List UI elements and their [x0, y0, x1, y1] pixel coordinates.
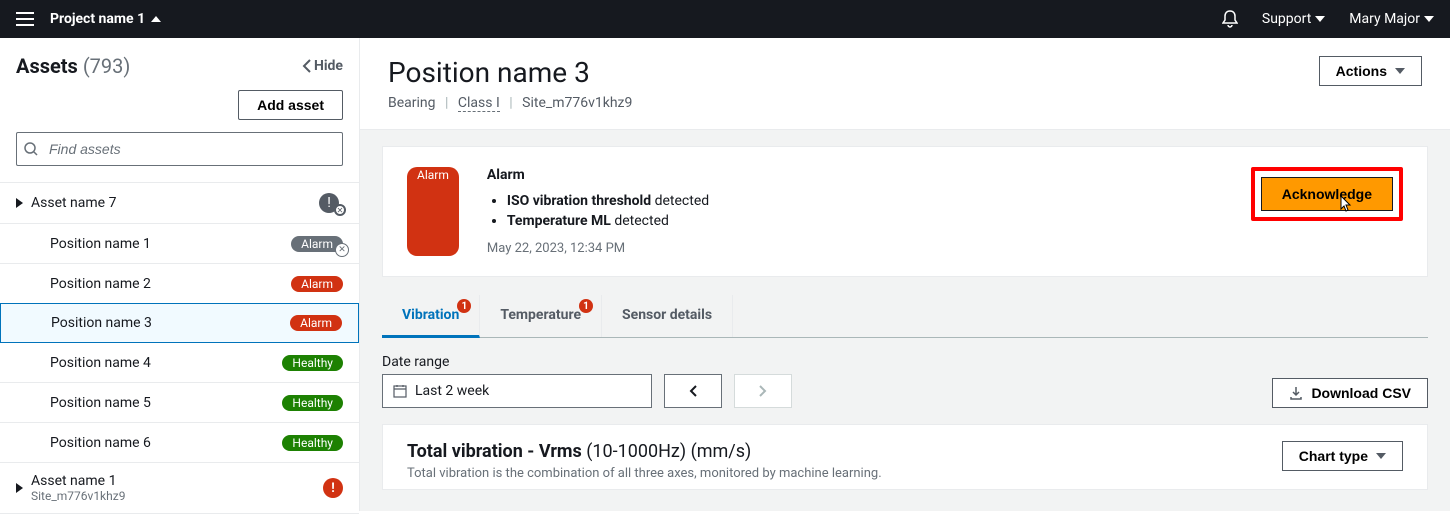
hide-sidebar-button[interactable]: Hide	[302, 58, 343, 74]
top-header: Project name 1 Support Mary Major	[0, 0, 1450, 38]
tree-item-label: Position name 1	[50, 236, 283, 252]
support-menu[interactable]: Support	[1262, 11, 1325, 27]
status-badge: Healthy	[282, 355, 343, 371]
chevron-left-icon	[302, 59, 312, 73]
tree-item[interactable]: Position name 6 Healthy	[0, 423, 359, 463]
chart-panel: Total vibration - Vrms (10-1000Hz) (mm/s…	[382, 424, 1428, 490]
sidebar-title: Assets (793)	[16, 54, 130, 78]
status-badge: Alarm	[290, 315, 342, 331]
alarm-timestamp: May 22, 2023, 12:34 PM	[487, 241, 1223, 256]
download-icon	[1289, 386, 1303, 400]
hamburger-menu[interactable]	[16, 12, 34, 26]
actions-menu-button[interactable]: Actions	[1319, 56, 1422, 86]
asset-count: (793)	[83, 54, 131, 78]
asset-tree: Asset name 7!✕Position name 1Alarm✕Posit…	[0, 182, 359, 514]
calendar-icon	[393, 384, 407, 398]
content-header: Position name 3 Bearing | Class I | Site…	[360, 38, 1450, 130]
tree-item[interactable]: Position name 2 Alarm	[0, 264, 359, 304]
status-badge: Healthy	[282, 395, 343, 411]
acknowledge-button[interactable]: Acknowledge	[1261, 177, 1393, 211]
alarm-badge: Alarm	[407, 167, 459, 256]
status-badge: Healthy	[282, 435, 343, 451]
tree-item-label: Position name 4	[50, 355, 274, 371]
chart-title: Total vibration - Vrms (10-1000Hz) (mm/s…	[407, 441, 882, 462]
project-name-label: Project name 1	[50, 11, 145, 27]
search-icon	[24, 142, 38, 156]
tree-item-label: Asset name 1	[31, 473, 315, 489]
caret-up-icon	[151, 16, 161, 22]
chevron-left-icon	[688, 384, 698, 398]
caret-right-icon	[16, 198, 23, 208]
tree-item[interactable]: Position name 3 Alarm	[0, 303, 359, 343]
tree-item-label: Asset name 7	[31, 195, 311, 211]
tree-item[interactable]: Asset name 7 !✕	[0, 183, 359, 224]
alarm-list-item: Temperature ML detected	[507, 213, 1223, 229]
tree-item[interactable]: Position name 1Alarm✕	[0, 224, 359, 264]
tab-badge: 1	[579, 299, 593, 313]
cursor-icon	[1338, 195, 1354, 215]
alarm-list: ISO vibration threshold detected Temperat…	[507, 193, 1223, 229]
date-next-button	[734, 374, 792, 408]
caret-down-icon	[1424, 16, 1434, 22]
date-prev-button[interactable]	[664, 374, 722, 408]
warn-ack-icon: !✕	[319, 193, 343, 213]
ack-indicator-icon: ✕	[335, 243, 349, 257]
tab-badge: 1	[457, 299, 471, 313]
tree-item[interactable]: Position name 4 Healthy	[0, 343, 359, 383]
chart-type-button[interactable]: Chart type	[1282, 441, 1403, 471]
tree-item-label: Position name 6	[50, 435, 274, 451]
caret-down-icon	[1376, 453, 1386, 459]
alarm-title: Alarm	[487, 167, 1223, 183]
tabs: Vibration1Temperature1Sensor details	[382, 295, 1428, 338]
alert-icon: !	[323, 478, 343, 498]
alarm-list-item: ISO vibration threshold detected	[507, 193, 1223, 209]
tree-item-label: Position name 5	[50, 395, 274, 411]
project-selector[interactable]: Project name 1	[50, 11, 161, 27]
tab[interactable]: Temperature1	[480, 295, 602, 337]
add-asset-button[interactable]: Add asset	[238, 90, 343, 120]
status-badge: Alarm	[291, 276, 343, 292]
date-range-select[interactable]: Last 2 week	[382, 374, 652, 408]
breadcrumb: Bearing | Class I | Site_m776v1khz9	[388, 95, 632, 111]
caret-right-icon	[16, 483, 23, 493]
tab[interactable]: Sensor details	[602, 295, 733, 337]
date-controls-row: Date range Last 2 week	[382, 354, 1428, 408]
alarm-panel: Alarm Alarm ISO vibration threshold dete…	[382, 146, 1428, 277]
sidebar: Assets (793) Hide Add asset Asset name 7…	[0, 38, 360, 511]
page-title: Position name 3	[388, 56, 632, 89]
tab[interactable]: Vibration1	[382, 295, 480, 338]
date-range-label: Date range	[382, 354, 792, 370]
bell-icon	[1222, 10, 1238, 28]
search-input[interactable]	[16, 132, 343, 166]
tree-item-subtext: Site_m776v1khz9	[31, 489, 315, 503]
content-area: Position name 3 Bearing | Class I | Site…	[360, 38, 1450, 511]
user-menu[interactable]: Mary Major	[1349, 11, 1434, 27]
caret-down-icon	[1315, 16, 1325, 22]
tree-item-label: Position name 2	[50, 276, 283, 292]
tree-item-label: Position name 3	[51, 315, 282, 331]
caret-down-icon	[1395, 68, 1405, 74]
tree-item[interactable]: Asset name 1Site_m776v1khz9!	[0, 463, 359, 514]
download-csv-button[interactable]: Download CSV	[1272, 378, 1428, 408]
tree-item[interactable]: Position name 5 Healthy	[0, 383, 359, 423]
chart-subtitle: Total vibration is the combination of al…	[407, 466, 882, 481]
notifications-button[interactable]	[1222, 10, 1238, 28]
acknowledge-highlight: Acknowledge	[1251, 167, 1403, 221]
chevron-right-icon	[758, 384, 768, 398]
